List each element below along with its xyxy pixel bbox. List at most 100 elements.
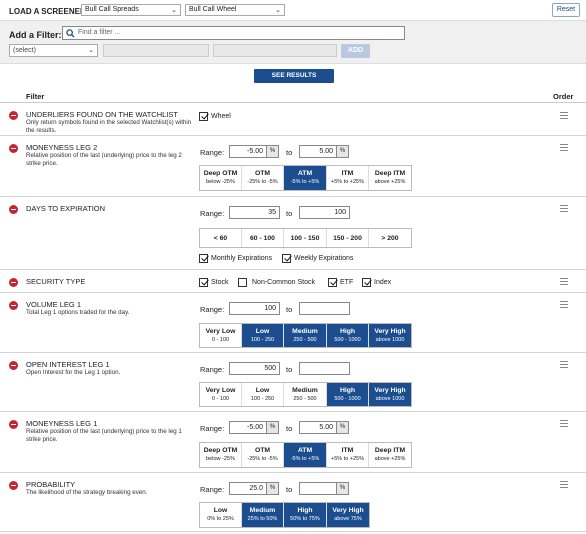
etf-checkbox[interactable] bbox=[328, 278, 337, 287]
segment-itm[interactable]: ITM +5% to +25% bbox=[327, 166, 369, 190]
reset-button[interactable]: Reset bbox=[552, 3, 580, 17]
range-to-input[interactable]: 5.00 bbox=[299, 145, 337, 158]
moneyness-leg-2-segments: Deep OTM below -25% OTM -25% to -5% ATM -5%… bbox=[199, 165, 412, 191]
filter-title: UNDERLIERS FOUND ON THE WATCHLIST bbox=[26, 110, 178, 119]
segment-very-low[interactable]: Very Low 0 - 100 bbox=[200, 383, 242, 406]
volume-leg-1-segments: Very Low 0 - 100 Low 100 - 250 Medium 250 -… bbox=[199, 323, 412, 348]
range-from-input[interactable]: 25.0 bbox=[229, 482, 267, 495]
range-to-input[interactable] bbox=[299, 302, 350, 315]
segment-very-high[interactable]: Very High above 1000 bbox=[369, 383, 411, 406]
segment-otm[interactable]: OTM -25% to -5% bbox=[242, 443, 284, 467]
drag-handle-icon[interactable] bbox=[560, 278, 568, 285]
percent-unit: % bbox=[266, 421, 279, 434]
remove-filter-icon[interactable] bbox=[9, 205, 18, 214]
filter-value-field-2 bbox=[213, 44, 337, 57]
segment-medium[interactable]: Medium 250 - 500 bbox=[284, 324, 327, 347]
wheel-checkbox-label: Wheel bbox=[211, 113, 231, 120]
screener-select-1-value: Bull Call Spreads bbox=[85, 6, 139, 13]
percent-unit: % bbox=[336, 421, 349, 434]
segment-high[interactable]: High 500 - 1000 bbox=[327, 324, 369, 347]
segment-high[interactable]: High 500 - 1000 bbox=[327, 383, 369, 406]
filter-column-header: Filter bbox=[26, 92, 45, 101]
segment-low[interactable]: Low 0% to 25% bbox=[200, 503, 242, 527]
drag-handle-icon[interactable] bbox=[560, 301, 568, 308]
percent-unit: % bbox=[336, 145, 349, 158]
remove-filter-icon[interactable] bbox=[9, 111, 18, 120]
segment-under-60[interactable]: < 60 bbox=[200, 229, 242, 247]
stock-checkbox[interactable] bbox=[199, 278, 208, 287]
range-label: Range: bbox=[200, 424, 225, 433]
range-to-input[interactable]: 5.00 bbox=[299, 421, 337, 434]
segment-itm[interactable]: ITM +5% to +25% bbox=[327, 443, 369, 467]
filter-description: Open Interest for the Leg 1 option. bbox=[26, 369, 121, 376]
segment-atm[interactable]: ATM -5% to +5% bbox=[284, 166, 327, 190]
filter-select-value: (select) bbox=[13, 47, 36, 54]
drag-handle-icon[interactable] bbox=[560, 112, 568, 119]
filter-value-field-1 bbox=[103, 44, 209, 57]
etf-label: ETF bbox=[340, 279, 354, 286]
segment-deep-otm[interactable]: Deep OTM below -25% bbox=[200, 166, 242, 190]
monthly-expirations-checkbox[interactable] bbox=[199, 254, 208, 263]
range-from-input[interactable]: 100 bbox=[229, 302, 280, 315]
segment-deep-otm[interactable]: Deep OTM below -25% bbox=[200, 443, 242, 467]
range-to-input[interactable]: 100 bbox=[299, 206, 350, 219]
weekly-expirations-checkbox[interactable] bbox=[282, 254, 291, 263]
open-interest-leg-1-segments: Very Low 0 - 100 Low 100 - 250 Medium 250 -… bbox=[199, 382, 412, 407]
range-to-input[interactable] bbox=[299, 362, 350, 375]
percent-unit: % bbox=[336, 482, 349, 495]
screener-select-1[interactable]: Bull Call Spreads ⌄ bbox=[81, 4, 181, 16]
segment-medium[interactable]: Medium 25% to 50% bbox=[242, 503, 284, 527]
remove-filter-icon[interactable] bbox=[9, 278, 18, 287]
segment-deep-itm[interactable]: Deep ITM above +25% bbox=[369, 166, 411, 190]
to-label: to bbox=[286, 148, 293, 157]
drag-handle-icon[interactable] bbox=[560, 481, 568, 488]
segment-deep-itm[interactable]: Deep ITM above +25% bbox=[369, 443, 411, 467]
remove-filter-icon[interactable] bbox=[9, 144, 18, 153]
drag-handle-icon[interactable] bbox=[560, 144, 568, 151]
segment-very-high[interactable]: Very High above 75% bbox=[327, 503, 369, 527]
filter-title: PROBABILITY bbox=[26, 480, 76, 489]
order-column-header: Order bbox=[553, 92, 574, 101]
to-label: to bbox=[286, 305, 293, 314]
segment-100-150[interactable]: 100 - 150 bbox=[284, 229, 327, 247]
remove-filter-icon[interactable] bbox=[9, 301, 18, 310]
segment-atm[interactable]: ATM -5% to +5% bbox=[284, 443, 327, 467]
see-results-button[interactable]: SEE RESULTS bbox=[254, 69, 334, 83]
drag-handle-icon[interactable] bbox=[560, 205, 568, 212]
add-button[interactable]: ADD bbox=[341, 44, 370, 58]
remove-filter-icon[interactable] bbox=[9, 481, 18, 490]
non-common-stock-checkbox[interactable] bbox=[238, 278, 247, 287]
filter-title: SECURITY TYPE bbox=[26, 277, 86, 286]
range-label: Range: bbox=[200, 148, 225, 157]
range-from-input[interactable]: -5.00 bbox=[229, 421, 267, 434]
segment-low[interactable]: Low 100 - 250 bbox=[242, 324, 284, 347]
filter-table-header: Filter Order bbox=[0, 89, 586, 103]
index-checkbox[interactable] bbox=[362, 278, 371, 287]
filter-description: Total Leg 1 options traded for the day. bbox=[26, 309, 130, 316]
range-from-input[interactable]: 35 bbox=[229, 206, 280, 219]
segment-150-200[interactable]: 150 - 200 bbox=[327, 229, 369, 247]
segment-low[interactable]: Low 100 - 250 bbox=[242, 383, 284, 406]
drag-handle-icon[interactable] bbox=[560, 361, 568, 368]
wheel-checkbox[interactable] bbox=[199, 112, 208, 121]
range-to-input[interactable] bbox=[299, 482, 337, 495]
segment-very-high[interactable]: Very High above 1000 bbox=[369, 324, 411, 347]
days-to-expiration-segments: < 60 60 - 100 100 - 150 150 - 200 > 200 bbox=[199, 228, 412, 248]
filter-description: Only return symbols found in the selecte… bbox=[26, 119, 192, 134]
segment-high[interactable]: High 50% to 75% bbox=[284, 503, 327, 527]
find-filter-input[interactable]: Find a filter ... bbox=[62, 26, 405, 40]
segment-60-100[interactable]: 60 - 100 bbox=[242, 229, 284, 247]
remove-filter-icon[interactable] bbox=[9, 420, 18, 429]
segment-medium[interactable]: Medium 250 - 500 bbox=[284, 383, 327, 406]
drag-handle-icon[interactable] bbox=[560, 420, 568, 427]
range-from-input[interactable]: 500 bbox=[229, 362, 280, 375]
screener-select-2[interactable]: Bull Call Wheel ⌄ bbox=[185, 4, 285, 16]
segment-otm[interactable]: OTM -25% to -5% bbox=[242, 166, 284, 190]
range-from-input[interactable]: -5.00 bbox=[229, 145, 267, 158]
segment-over-200[interactable]: > 200 bbox=[369, 229, 411, 247]
find-filter-placeholder: Find a filter ... bbox=[78, 29, 121, 36]
segment-very-low[interactable]: Very Low 0 - 100 bbox=[200, 324, 242, 347]
filter-title: MONEYNESS LEG 2 bbox=[26, 143, 98, 152]
remove-filter-icon[interactable] bbox=[9, 361, 18, 370]
filter-select[interactable]: (select) ⌄ bbox=[9, 44, 98, 57]
